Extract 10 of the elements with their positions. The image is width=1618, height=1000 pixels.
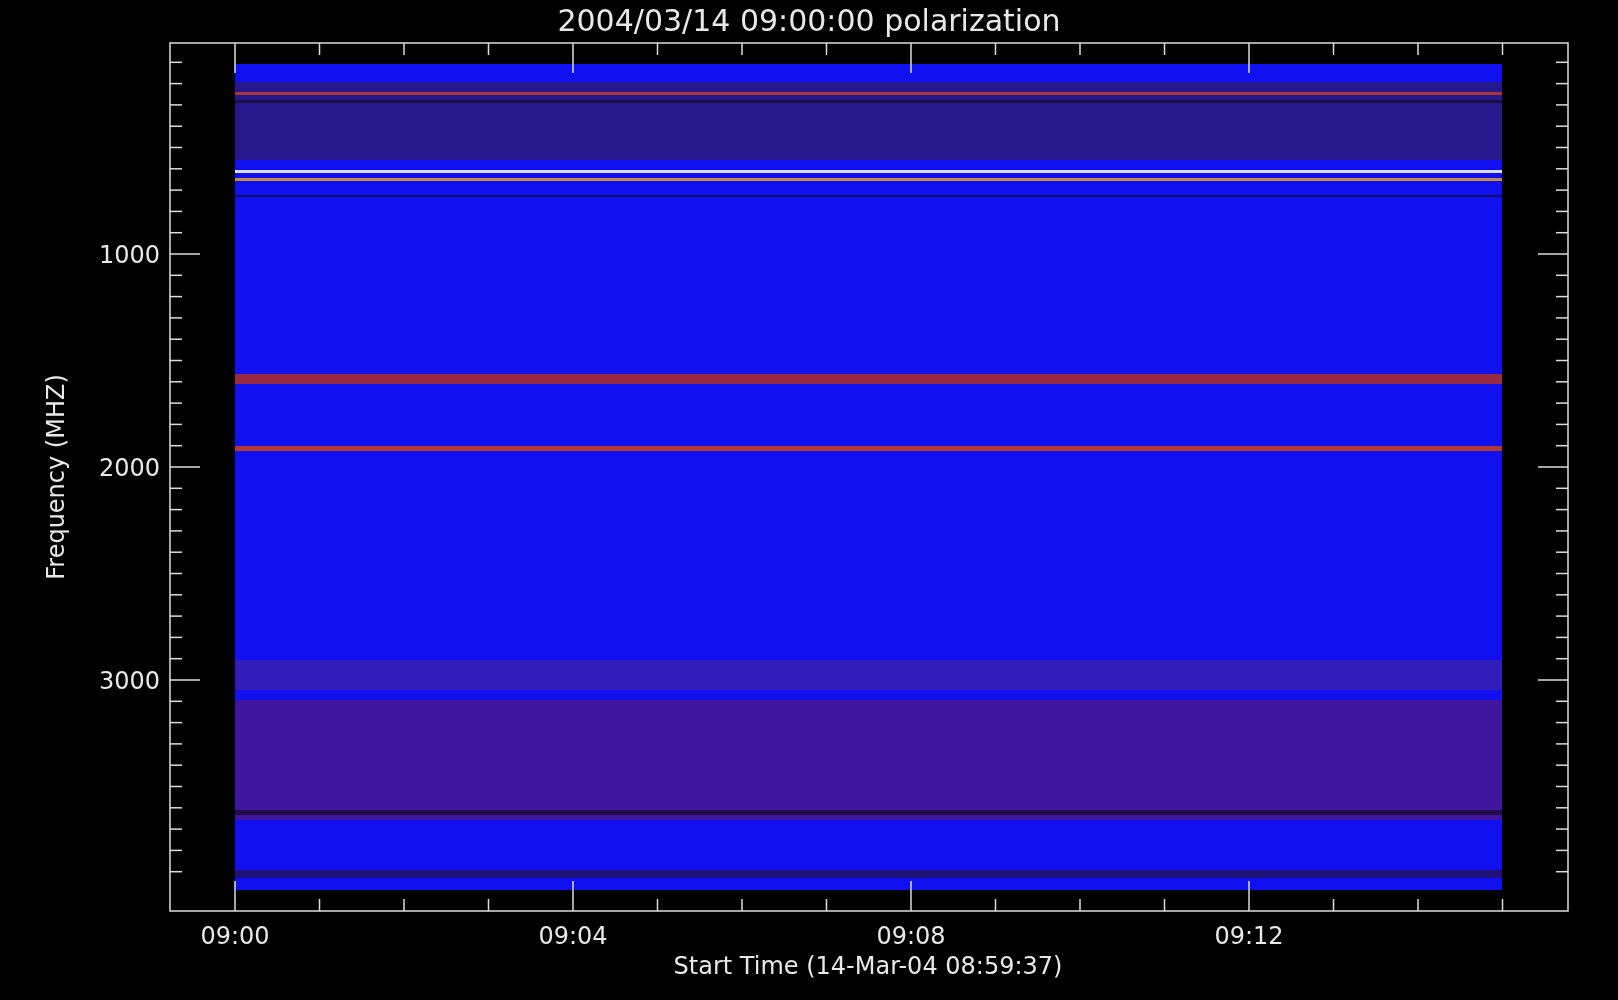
x-axis-label: Start Time (14-Mar-04 08:59:37) [673,952,1063,980]
y-tick-label: 3000 [98,667,160,695]
x-tick-label: 09:00 [200,922,270,950]
y-tick-label: 1000 [98,241,160,269]
y-axis-label: Frequency (MHZ) [42,374,70,580]
y-tick-label: 2000 [98,454,160,482]
plot-title: 2004/03/14 09:00:00 polarization [557,3,1061,38]
x-tick-label: 09:08 [876,922,946,950]
x-tick-label: 09:12 [1214,922,1284,950]
x-tick-label: 09:04 [538,922,608,950]
